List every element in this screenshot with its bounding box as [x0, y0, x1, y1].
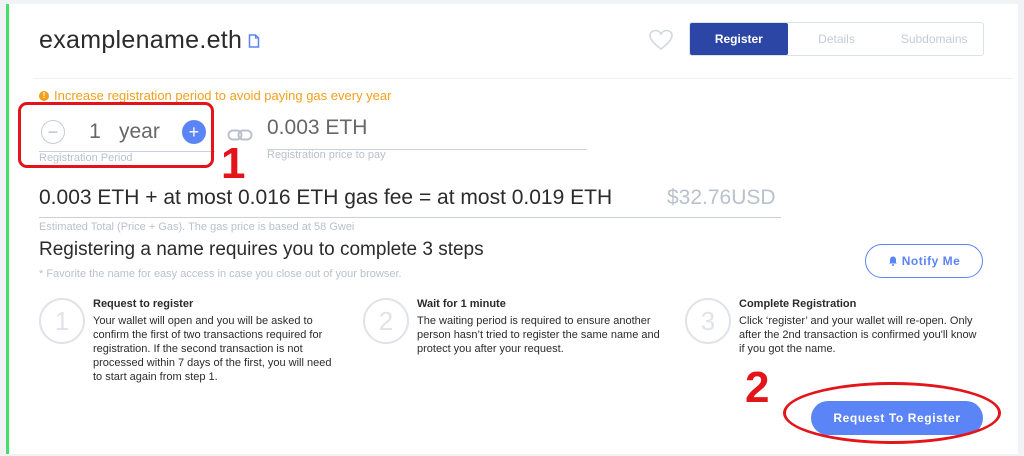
title-row: examplename.eth [39, 26, 260, 55]
favorite-heart-icon[interactable] [649, 29, 673, 51]
total-underline [39, 217, 781, 218]
step-title: Wait for 1 minute [417, 298, 506, 310]
bell-icon [888, 256, 897, 266]
step-title: Request to register [93, 298, 194, 310]
total-usd: $32.76USD [667, 186, 776, 209]
price-label: Registration price to pay [267, 149, 386, 161]
annotation-number-2: 2 [745, 363, 770, 412]
gas-warning: ! Increase registration period to avoid … [39, 88, 391, 103]
annotation-rectangle [18, 102, 214, 168]
copy-icon[interactable] [248, 33, 260, 48]
tab-bar: Register Details Subdomains [689, 22, 984, 56]
step-description: The waiting period is required to ensure… [417, 315, 660, 355]
step-description: Your wallet will open and you will be as… [93, 315, 332, 383]
tab-register[interactable]: Register [690, 23, 788, 55]
header-divider [33, 78, 1013, 79]
notify-me-label: Notify Me [901, 254, 961, 268]
annotation-ellipse [783, 382, 1001, 444]
step-description: Click ‘register’ and your wallet will re… [739, 315, 977, 355]
step-number: 1 [39, 298, 85, 344]
warning-icon: ! [39, 90, 49, 101]
total-label: Estimated Total (Price + Gas). The gas p… [39, 221, 355, 233]
favorite-note: * Favorite the name for easy access in c… [39, 268, 402, 280]
annotation-number-1: 1 [221, 139, 246, 188]
step-text: Complete Registration Click ‘register’ a… [739, 298, 985, 356]
step-1: 1 Request to register Your wallet will o… [39, 298, 339, 384]
notify-me-button[interactable]: Notify Me [865, 244, 983, 278]
step-text: Request to register Your wallet will ope… [93, 298, 339, 384]
step-number: 3 [685, 298, 731, 344]
domain-name: examplename.eth [39, 26, 243, 54]
step-title: Complete Registration [739, 298, 857, 310]
step-number: 2 [363, 298, 409, 344]
step-3: 3 Complete Registration Click ‘register’… [685, 298, 985, 356]
steps-heading: Registering a name requires you to compl… [39, 239, 484, 260]
tab-subdomains[interactable]: Subdomains [885, 23, 983, 55]
step-2: 2 Wait for 1 minute The waiting period i… [363, 298, 663, 356]
tab-details[interactable]: Details [788, 23, 886, 55]
step-text: Wait for 1 minute The waiting period is … [417, 298, 663, 356]
warning-text: Increase registration period to avoid pa… [54, 88, 392, 103]
registration-price: 0.003 ETH [267, 116, 587, 150]
estimated-total: 0.003 ETH + at most 0.016 ETH gas fee = … [39, 186, 613, 209]
